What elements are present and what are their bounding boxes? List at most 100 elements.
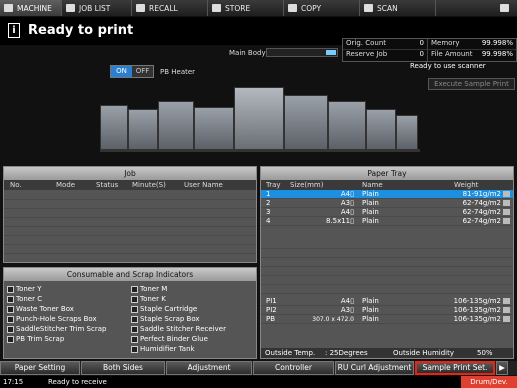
next-page-arrow-icon[interactable]: ▶ xyxy=(496,361,508,375)
environment-status: Outside Temp. : 25Degrees Outside Humidi… xyxy=(261,348,513,358)
indicator-saddle-stitcher-receiver: Saddle Stitcher Receiver xyxy=(131,324,255,334)
paper-tray-title: Paper Tray xyxy=(261,167,513,180)
machine-illustration xyxy=(100,85,420,155)
tray-row-pi2[interactable]: PI2 A3▯ Plain 106-135g/m2 xyxy=(261,306,513,315)
paper-setting-button[interactable]: Paper Setting xyxy=(0,361,80,375)
staple-scrap-icon xyxy=(131,315,138,323)
job-col-user-name: User Name xyxy=(184,181,223,189)
copy-icon xyxy=(288,4,297,12)
ru-curl-adjustment-button[interactable]: RU Curl Adjustment xyxy=(335,361,414,375)
paper-stack-icon xyxy=(503,190,511,198)
job-list[interactable] xyxy=(4,191,256,262)
paper-tray-panel: Paper Tray Tray Size(mm) Name Weight 1 A… xyxy=(260,166,514,359)
main-body-indicator xyxy=(266,48,338,57)
main-body-label: Main Body xyxy=(229,49,266,57)
indicator-toner-m: Toner M xyxy=(131,284,255,294)
trim-scrap-icon xyxy=(7,325,14,333)
memory-label: Memory xyxy=(431,39,460,47)
indicator-punch-hole-scraps: Punch-Hole Scraps Box xyxy=(7,314,131,324)
reserve-job-value: 0 xyxy=(393,50,428,61)
indicator-perfect-binder-glue: Perfect Binder Glue xyxy=(131,334,255,344)
tab-recall[interactable]: RECALL xyxy=(132,0,208,16)
counter-box: Orig. Count 0 Memory 99.998% Reserve Job… xyxy=(342,38,517,62)
tray-row-1[interactable]: 1 A4▯ Plain 81-91g/m2 xyxy=(261,190,513,199)
punch-icon xyxy=(7,315,14,323)
consumables-list: Toner Y Toner M Toner C Toner K Waste To… xyxy=(4,281,256,357)
drum-dev-badge[interactable]: Drum/Dev. xyxy=(461,376,517,388)
sample-print-set-button[interactable]: Sample Print Set. xyxy=(415,361,495,375)
job-panel: Job No. Mode Status Minute(S) User Name xyxy=(3,166,257,263)
tray-row-2[interactable]: 2 A3▯ Plain 62-74g/m2 xyxy=(261,199,513,208)
tray-col-name: Name xyxy=(362,181,383,189)
status-bar: 17:15 Ready to receive Drum/Dev. xyxy=(0,376,517,388)
tray-lower-rows: PI1 A4▯ Plain 106-135g/m2 PI2 A3▯ Plain … xyxy=(261,297,513,324)
job-panel-title: Job xyxy=(4,167,256,180)
pb-heater-on-button[interactable]: ON xyxy=(111,66,132,77)
job-list-icon xyxy=(66,4,75,12)
tray-col-tray: Tray xyxy=(266,181,281,189)
job-col-mode: Mode xyxy=(56,181,76,189)
tray-row-4[interactable]: 4 8.5x11▯ Plain 62-74g/m2 xyxy=(261,217,513,226)
tab-scan[interactable]: SCAN xyxy=(360,0,436,16)
file-amount-label: File Amount xyxy=(431,50,473,58)
indicator-empty xyxy=(7,344,131,354)
toner-icon xyxy=(7,295,14,303)
adjustment-button[interactable]: Adjustment xyxy=(166,361,252,375)
scan-icon xyxy=(364,4,373,12)
indicator-toner-c: Toner C xyxy=(7,294,131,304)
machine-icon xyxy=(4,4,13,12)
tab-store[interactable]: STORE xyxy=(208,0,284,16)
execute-sample-print-button[interactable]: Execute Sample Print xyxy=(428,78,515,90)
tab-copy[interactable]: COPY xyxy=(284,0,360,16)
tab-job-list[interactable]: JOB LIST xyxy=(62,0,132,16)
paper-stack-icon xyxy=(503,208,511,216)
file-amount-value: 99.998% xyxy=(481,50,513,58)
paper-stack-icon xyxy=(503,306,511,314)
memory-value: 99.998% xyxy=(481,39,513,47)
scanner-status: Ready to use scanner xyxy=(410,62,486,70)
tray-col-size: Size(mm) xyxy=(290,181,324,189)
pb-heater-off-button[interactable]: OFF xyxy=(132,66,153,77)
toner-icon xyxy=(7,285,14,293)
job-col-minute: Minute(S) xyxy=(132,181,166,189)
paper-stack-icon xyxy=(503,217,511,225)
toner-icon xyxy=(131,285,138,293)
pb-heater-control: ON OFF PB Heater xyxy=(110,65,195,78)
job-col-no: No. xyxy=(10,181,22,189)
both-sides-button[interactable]: Both Sides xyxy=(81,361,165,375)
settings-icon xyxy=(500,4,509,12)
toner-icon xyxy=(131,295,138,303)
info-icon: i xyxy=(8,23,20,38)
store-icon xyxy=(212,4,221,12)
page-title: Ready to print xyxy=(28,23,134,38)
tray-row-3[interactable]: 3 A4▯ Plain 62-74g/m2 xyxy=(261,208,513,217)
indicator-waste-toner-box: Waste Toner Box xyxy=(7,304,131,314)
tab-settings[interactable] xyxy=(436,0,517,16)
job-table-header: No. Mode Status Minute(S) User Name xyxy=(4,180,256,190)
outside-humidity-value: 50% xyxy=(477,349,493,357)
tab-machine[interactable]: MACHINE xyxy=(0,0,62,16)
orig-count-label: Orig. Count xyxy=(346,39,387,47)
tray-col-weight: Weight xyxy=(454,181,479,189)
tray-table-header: Tray Size(mm) Name Weight xyxy=(261,180,513,190)
humidifier-icon xyxy=(131,345,138,353)
indicator-toner-y: Toner Y xyxy=(7,284,131,294)
indicator-humidifier-tank: Humidifier Tank xyxy=(131,344,255,354)
pb-heater-toggle[interactable]: ON OFF xyxy=(110,65,154,78)
outside-temp-label: Outside Temp. xyxy=(265,349,316,357)
paper-stack-icon xyxy=(503,315,511,323)
indicator-staple-cartridge: Staple Cartridge xyxy=(131,304,255,314)
indicator-pb-trim-scrap: PB Trim Scrap xyxy=(7,334,131,344)
status-message: Ready to receive xyxy=(48,378,107,386)
tray-row-pb[interactable]: PB 307.0 x 472.0 Plain 106-135g/m2 xyxy=(261,315,513,324)
indicator-staple-scrap-box: Staple Scrap Box xyxy=(131,314,255,324)
tray-row-pi1[interactable]: PI1 A4▯ Plain 106-135g/m2 xyxy=(261,297,513,306)
controller-button[interactable]: Controller xyxy=(253,361,334,375)
staple-icon xyxy=(131,305,138,313)
outside-humidity-label: Outside Humidity xyxy=(393,349,454,357)
outside-temp-value: : 25Degrees xyxy=(325,349,368,357)
waste-toner-icon xyxy=(7,305,14,313)
clock: 17:15 xyxy=(3,378,24,386)
glue-icon xyxy=(131,335,138,343)
orig-count-value: 0 xyxy=(393,39,428,49)
